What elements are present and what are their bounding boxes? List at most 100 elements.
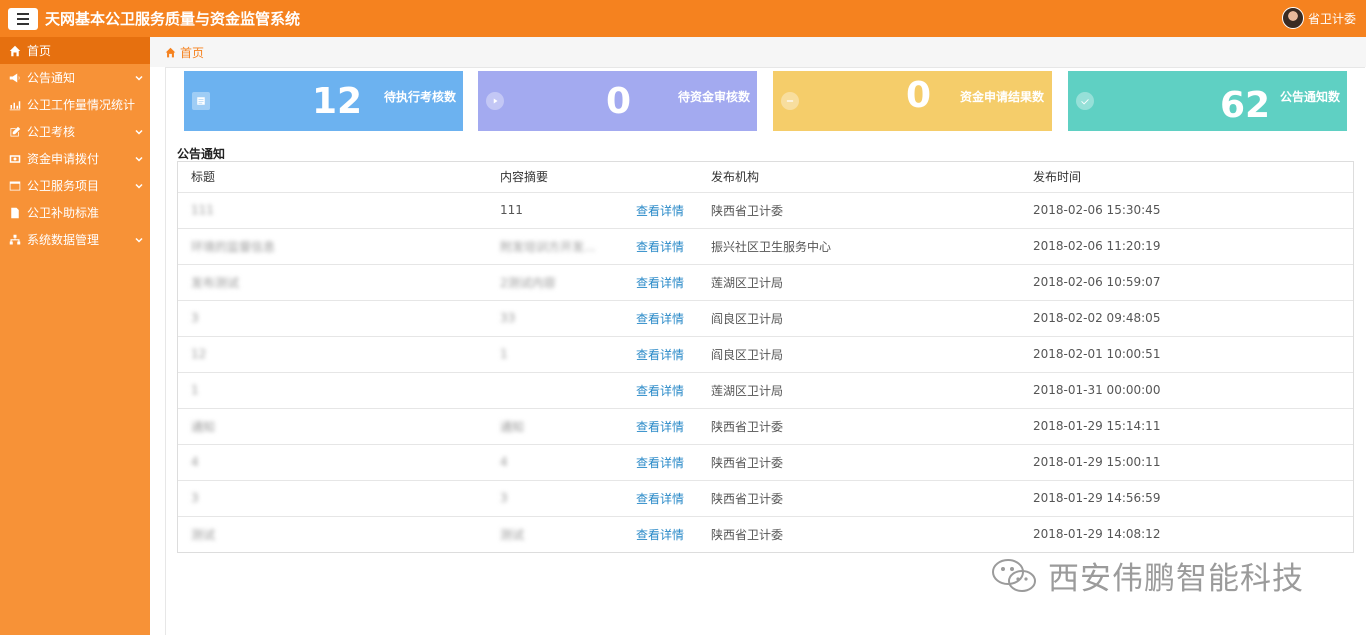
sidebar-item-label: 公告通知 [27,71,76,85]
notice-title: 12 [191,347,207,361]
table-row: 4 4 查看详情 陕西省卫计委 2018-01-29 15:00:11 [178,443,1353,480]
file-icon [8,207,21,219]
stat-card-label: 待执行考核数 [384,90,457,104]
notice-time: 2018-01-31 00:00:00 [1033,383,1161,397]
avatar [1281,7,1304,29]
list-icon [192,92,210,110]
watermark-text: 西安伟鹏智能科技 [1048,561,1304,597]
table-row: 发布测试 2测试内容 查看详情 莲湖区卫计局 2018-02-06 10:59:07 [178,263,1353,300]
view-detail-link[interactable]: 查看详情 [636,312,684,326]
sidebar-item[interactable]: 公卫补助标准 [0,199,150,226]
sidebar-item[interactable]: 系统数据管理 [0,226,150,253]
chevron-down-icon [134,126,144,136]
user-name: 省卫计委 [1307,11,1356,26]
notice-time: 2018-02-06 15:30:45 [1033,203,1161,217]
bar-chart-icon [8,99,21,111]
column-header-title: 标题 [191,170,216,185]
stat-card[interactable]: 62 公告通知数 [1068,71,1347,131]
notice-summary: 附发培训方开发... [500,239,596,254]
breadcrumb-home-link[interactable]: 首页 [180,44,204,61]
notice-title: 环境的监督信息 [191,239,276,254]
sidebar-item[interactable]: 公告通知 [0,64,150,91]
sidebar-item[interactable]: 首页 [0,37,150,64]
menu-toggle-button[interactable] [8,7,38,30]
home-icon [165,47,176,57]
app-title: 天网基本公卫服务质量与资金监管系统 [45,10,301,28]
sitemap-icon [8,234,21,246]
notice-org: 陕西省卫计委 [711,491,784,506]
check-circle-icon [1076,92,1094,110]
notice-org: 莲湖区卫计局 [711,275,784,290]
view-detail-link[interactable]: 查看详情 [636,204,684,218]
stat-card[interactable]: 0 资金申请结果数 [773,71,1052,131]
chevron-down-icon [134,153,144,163]
hamburger-line [17,12,29,15]
view-detail-link[interactable]: 查看详情 [636,240,684,254]
sidebar-item[interactable]: 资金申请拨付 [0,145,150,172]
notice-summary: 测试 [500,527,525,542]
view-detail-link[interactable]: 查看详情 [636,348,684,362]
notice-org: 阎良区卫计局 [711,311,784,326]
view-detail-link[interactable]: 查看详情 [636,492,684,506]
sidebar-item[interactable]: 公卫工作量情况统计 [0,91,150,118]
notice-time: 2018-02-06 11:20:19 [1033,239,1161,253]
notice-org: 陕西省卫计委 [711,419,784,434]
stat-card-value: 0 [906,75,932,116]
table-row: 12 1 查看详情 阎良区卫计局 2018-02-01 10:00:51 [178,335,1353,372]
notices-table: 标题 内容摘要 发布机构 发布时间 111 111 查看详情 陕西省卫计委 2018-0… [177,161,1354,553]
view-detail-link[interactable]: 查看详情 [636,456,684,470]
notice-org: 莲湖区卫计局 [711,383,784,398]
sidebar-item[interactable]: 公卫服务项目 [0,172,150,199]
notice-time: 2018-01-29 14:08:12 [1033,527,1161,542]
notice-time: 2018-02-01 10:00:51 [1033,347,1161,361]
notice-org: 陕西省卫计委 [711,203,784,218]
notice-summary: 通知 [500,419,525,434]
notice-time: 2018-02-06 10:59:07 [1033,275,1161,289]
watermark: 西安伟鹏智能科技 [990,553,1304,598]
sidebar-item[interactable]: 公卫考核 [0,118,150,145]
sidebar-item-label: 公卫服务项目 [27,179,100,193]
stat-card-label: 公告通知数 [1280,90,1341,104]
window-icon [8,180,21,192]
chevron-down-icon [134,180,144,190]
stat-card-value: 0 [606,81,632,122]
view-detail-link[interactable]: 查看详情 [636,420,684,434]
stat-card-value: 12 [312,81,363,122]
notice-time: 2018-01-29 15:00:11 [1033,455,1161,469]
notice-title: 3 [191,491,199,505]
breadcrumb: 首页 [150,37,1366,67]
view-detail-link[interactable]: 查看详情 [636,528,684,542]
notice-summary: 33 [500,311,516,325]
view-detail-link[interactable]: 查看详情 [636,276,684,290]
stat-card-value: 62 [1220,85,1271,126]
column-header-org: 发布机构 [711,170,760,185]
sidebar-item-label: 系统数据管理 [27,233,100,247]
table-row: 111 111 查看详情 陕西省卫计委 2018-02-06 15:30:45 [178,191,1353,228]
top-bar: 天网基本公卫服务质量与资金监管系统 省卫计委 [0,0,1366,37]
hamburger-line [17,22,29,25]
stat-card[interactable]: 12 待执行考核数 [184,71,463,131]
column-header-time: 发布时间 [1033,170,1082,185]
column-header-summary: 内容摘要 [500,170,549,185]
notice-org: 振兴社区卫生服务中心 [711,239,832,254]
notice-title: 4 [191,455,199,469]
view-detail-link[interactable]: 查看详情 [636,384,684,398]
notice-time: 2018-01-29 15:14:11 [1033,419,1161,433]
edit-icon [8,126,21,138]
notice-title: 发布测试 [191,275,240,290]
notices-section-title: 公告通知 [177,147,226,161]
notice-summary: 111 [500,203,523,217]
stat-card[interactable]: 0 待资金审核数 [478,71,757,131]
table-row: 3 33 查看详情 阎良区卫计局 2018-02-02 09:48:05 [178,299,1353,336]
notice-summary: 4 [500,455,508,469]
notice-title: 1 [191,383,199,397]
money-icon [8,153,21,165]
user-menu[interactable]: 省卫计委 [1281,7,1356,29]
sidebar: 首页公告通知公卫工作量情况统计 公卫考核资金申请拨付 公卫服务项目公卫补助标准系统数… [0,37,150,635]
notice-time: 2018-01-29 14:56:59 [1033,491,1161,505]
notice-title: 111 [191,203,214,217]
stat-card-label: 资金申请结果数 [960,90,1045,104]
notice-summary: 1 [500,347,508,361]
sidebar-item-label: 资金申请拨付 [27,152,100,166]
notice-title: 测试 [191,527,216,542]
